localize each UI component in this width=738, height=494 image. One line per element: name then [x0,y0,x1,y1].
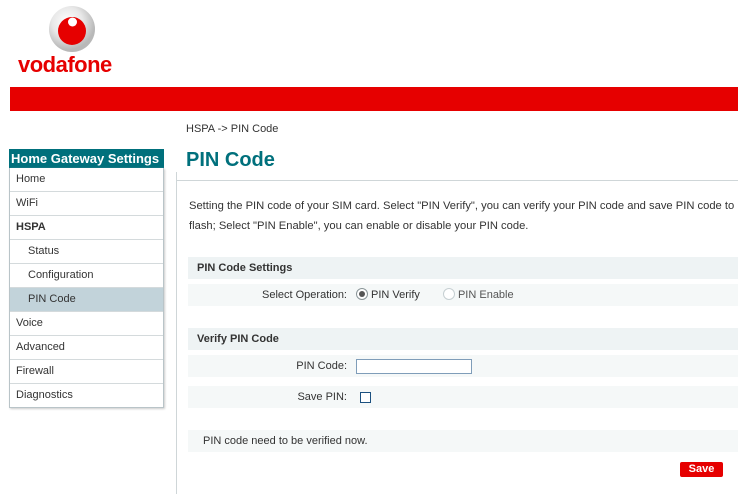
select-operation-label: Select Operation: [262,289,347,301]
sidebar-title: Home Gateway Settings [9,149,164,168]
sidebar: Home Gateway Settings Home WiFi HSPA Sta… [9,149,164,408]
operation-radio-group: PIN Verify PIN Enable [356,284,534,306]
sidebar-item-status[interactable]: Status [10,240,163,264]
sidebar-nav: Home WiFi HSPA Status Configuration PIN … [9,168,164,408]
pin-code-input[interactable] [356,359,472,374]
save-pin-checkbox[interactable] [360,392,371,403]
vodafone-logo: vodafone [10,0,120,80]
verify-pin-heading: Verify PIN Code [188,328,738,350]
content-divider [176,172,177,494]
status-message: PIN code need to be verified now. [188,430,738,452]
sidebar-item-pin-code[interactable]: PIN Code [10,288,163,312]
brand-wordmark: vodafone [18,52,112,77]
breadcrumb: HSPA -> PIN Code [186,123,279,135]
pin-enable-label[interactable]: PIN Enable [458,289,514,301]
pin-settings-heading: PIN Code Settings [188,257,738,279]
page-description: Setting the PIN code of your SIM card. S… [189,200,735,232]
vodafone-speechmark-icon [49,6,95,52]
sidebar-item-firewall[interactable]: Firewall [10,360,163,384]
sidebar-item-wifi[interactable]: WiFi [10,192,163,216]
sidebar-item-hspa[interactable]: HSPA [10,216,163,240]
sidebar-item-configuration[interactable]: Configuration [10,264,163,288]
select-operation-row: Select Operation: PIN Verify PIN Enable [188,284,738,306]
page-title: PIN Code [186,149,275,171]
sidebar-item-advanced[interactable]: Advanced [10,336,163,360]
sidebar-item-voice[interactable]: Voice [10,312,163,336]
pin-code-label: PIN Code: [296,360,347,372]
title-divider [176,180,738,181]
pin-verify-label[interactable]: PIN Verify [371,289,420,301]
pin-enable-radio[interactable] [442,288,455,301]
sidebar-item-diagnostics[interactable]: Diagnostics [10,384,163,407]
pin-verify-radio[interactable] [356,288,368,301]
save-pin-label: Save PIN: [297,391,347,403]
save-button[interactable]: Save [680,462,723,477]
sidebar-item-home[interactable]: Home [10,168,163,192]
save-pin-row: Save PIN: [188,386,738,408]
pin-code-row: PIN Code: [188,355,738,377]
brand-header-band [10,87,738,111]
